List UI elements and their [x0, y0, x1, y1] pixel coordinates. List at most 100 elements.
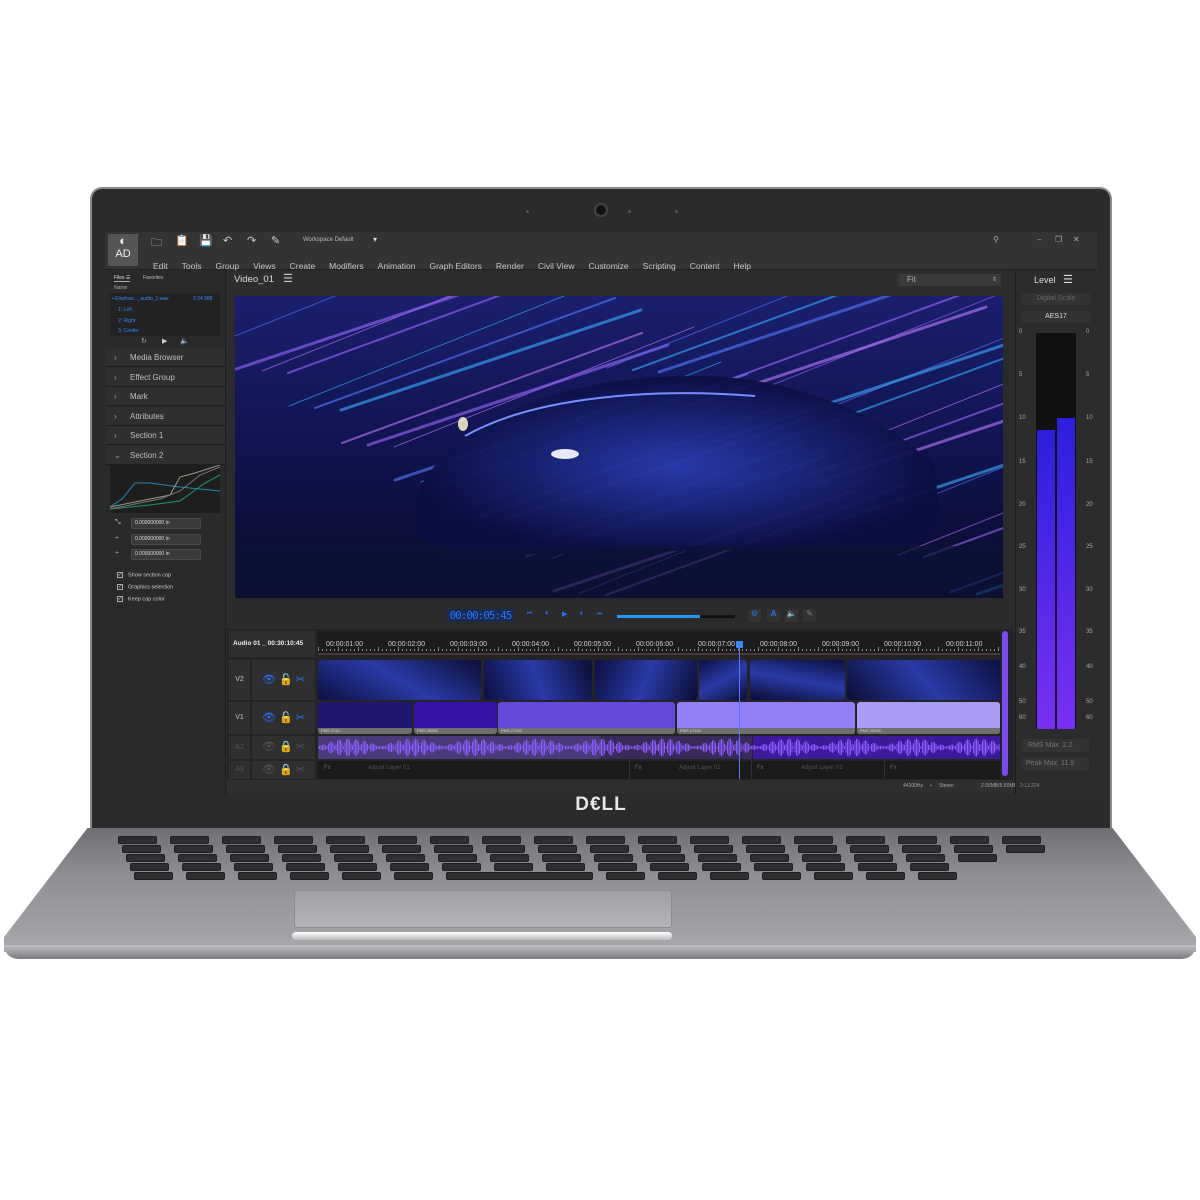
step-back-icon[interactable]: ⏴ [545, 611, 548, 618]
menu-icon[interactable]: ☰ [283, 272, 293, 285]
undo-icon[interactable]: ↶ [223, 234, 232, 247]
menu-scripting[interactable]: Scripting [643, 261, 676, 271]
channel-row[interactable]: 2: Right [118, 318, 135, 324]
settings-icon[interactable]: ⚙ [748, 609, 761, 622]
track-controls-v2[interactable]: 👁 🔓 ✂ [252, 660, 315, 700]
eye-icon[interactable]: 👁 [262, 674, 276, 686]
channel-row[interactable]: 1: Left [118, 307, 132, 313]
track-controls-a2[interactable]: 👁 🔒 ✂ [252, 736, 315, 759]
section-section-2[interactable]: ⌄ Section 2 [106, 446, 225, 465]
ruler-tick [390, 649, 391, 651]
meter-tick-right: 60 [1086, 715, 1093, 721]
video-clip-thumbnail[interactable] [595, 660, 697, 700]
tools-icon[interactable]: ✂ [296, 712, 305, 724]
unlock-icon[interactable]: 🔓 [279, 712, 293, 724]
tab-favorites[interactable]: Favorites [143, 275, 164, 281]
menu-help[interactable]: Help [734, 261, 751, 271]
chevron-down-icon[interactable]: ▾ [373, 235, 377, 244]
channel-row[interactable]: 3: Center [118, 328, 139, 334]
menu-render[interactable]: Render [496, 261, 524, 271]
minimize-icon[interactable]: – [1037, 235, 1041, 244]
folder-icon[interactable]: 🗀 [151, 234, 162, 253]
eye-icon[interactable]: 👁 [262, 741, 276, 753]
menu-graph-editors[interactable]: Graph Editors [429, 261, 481, 271]
video-clip-thumbnail[interactable] [318, 660, 481, 700]
menu-group[interactable]: Group [216, 261, 240, 271]
offset-input[interactable]: 0.000000000 in [131, 518, 201, 529]
track-a2-waveform[interactable] [318, 736, 1000, 759]
height-input[interactable]: 0.000000000 in [131, 549, 201, 560]
timecode-display[interactable]: 00:00:05:45 [447, 609, 514, 622]
lock-icon[interactable]: 🔒 [279, 764, 293, 776]
eye-icon[interactable]: 👁 [262, 712, 276, 724]
edit-icon[interactable]: ✎ [271, 234, 280, 247]
file-row[interactable]: ▪ Elephan..._audio_1.wav [112, 296, 169, 302]
section-effect-group[interactable]: › Effect Group [106, 367, 225, 387]
curve-graph[interactable] [110, 465, 220, 513]
clip-label: PMS 2725C [498, 728, 675, 734]
volume-icon[interactable]: 🔈 [180, 337, 189, 345]
skip-start-icon[interactable]: ⏮ [527, 611, 532, 618]
redo-icon[interactable]: ↷ [247, 234, 256, 247]
tab-files[interactable]: Files ☰ [114, 275, 131, 282]
menu-views[interactable]: Views [253, 261, 276, 271]
menu-edit[interactable]: Edit [153, 261, 168, 271]
tools-icon[interactable]: ✂ [296, 741, 305, 753]
color-clip[interactable]: PMS 2655C [857, 702, 1000, 734]
restore-icon[interactable]: ❐ [1055, 235, 1062, 244]
video-clip-thumbnail[interactable] [750, 660, 845, 700]
vertical-scrollbar[interactable] [1002, 631, 1008, 776]
zoom-select[interactable]: Fit ⇕ [899, 274, 1001, 286]
ruler-tick [886, 649, 887, 651]
color-clip[interactable]: PMS 2685C [414, 702, 497, 734]
color-clip[interactable]: PMS 274C [318, 702, 412, 734]
workspace-select[interactable]: Workspace Default [303, 237, 354, 243]
lock-icon[interactable]: 🔒 [279, 741, 293, 753]
step-forward-icon[interactable]: ⏵ [580, 611, 583, 618]
menu-create[interactable]: Create [290, 261, 316, 271]
video-clip-thumbnail[interactable] [484, 660, 592, 700]
section-media-browser[interactable]: › Media Browser [106, 348, 225, 367]
ruler-tick [954, 649, 955, 651]
app-logo[interactable]: ◐ AD [108, 234, 138, 266]
playhead[interactable] [739, 643, 740, 779]
menu-animation[interactable]: Animation [378, 261, 416, 271]
show-section-cap-checkbox[interactable]: ✓ Show section cap [117, 572, 171, 578]
clipboard-icon[interactable]: 📋 [175, 234, 189, 247]
search-icon[interactable]: ⚲ [993, 235, 999, 244]
play-icon[interactable]: ▶ [562, 610, 567, 618]
track-controls-a3[interactable]: 👁 🔒 ✂ [252, 761, 315, 779]
menu-tools[interactable]: Tools [182, 261, 202, 271]
menu-civil-view[interactable]: Civil View [538, 261, 575, 271]
play-icon[interactable]: ▶ [162, 337, 167, 345]
section-attributes[interactable]: › Attributes [106, 406, 225, 426]
loop-icon[interactable]: ↻ [141, 337, 147, 345]
color-clip[interactable]: PMS 2715C [677, 702, 855, 734]
track-controls-v1[interactable]: 👁 🔓 ✂ [252, 702, 315, 734]
section-mark[interactable]: › Mark [106, 387, 225, 407]
video-clip-thumbnail[interactable] [847, 660, 1000, 700]
spacing-input[interactable]: 0.000000000 in [131, 534, 201, 545]
section-section-1[interactable]: › Section 1 [106, 426, 225, 446]
video-preview[interactable] [235, 296, 1003, 598]
text-icon[interactable]: A [767, 609, 780, 622]
keep-cap-color-checkbox[interactable]: ✓ Keep cap color [117, 596, 165, 602]
time-ruler[interactable]: 00:00:01:00 00:00:02:00 00:00:03:00 00:00:0… [318, 631, 1000, 655]
menu-content[interactable]: Content [690, 261, 720, 271]
tools-icon[interactable]: ✂ [296, 764, 305, 776]
eye-icon[interactable]: 👁 [262, 764, 276, 776]
playhead-handle[interactable] [736, 641, 743, 648]
menu-customize[interactable]: Customize [589, 261, 629, 271]
volume-icon[interactable]: 🔈 [785, 609, 798, 622]
unlock-icon[interactable]: 🔓 [279, 674, 293, 686]
keyboard-key [446, 872, 593, 880]
progress-slider[interactable] [617, 615, 735, 618]
close-icon[interactable]: ✕ [1073, 235, 1080, 244]
pin-icon[interactable]: ✎ [803, 609, 816, 622]
menu-modifiers[interactable]: Modifiers [329, 261, 363, 271]
graphics-selection-checkbox[interactable]: ✓ Graphics selection [117, 584, 173, 590]
color-clip[interactable]: PMS 2725C [498, 702, 675, 734]
skip-end-icon[interactable]: ⏭ [597, 611, 602, 618]
tools-icon[interactable]: ✂ [296, 674, 305, 686]
save-icon[interactable]: 💾 [199, 234, 213, 247]
